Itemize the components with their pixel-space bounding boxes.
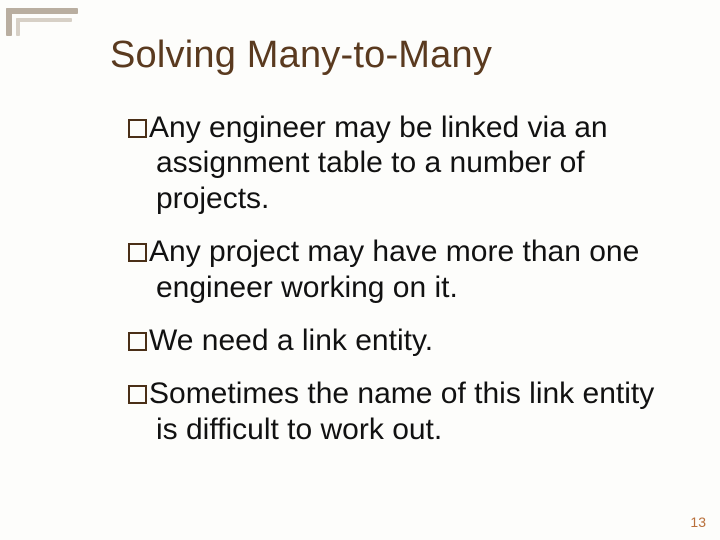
page-number: 13	[690, 514, 706, 530]
slide-body: Any engineer may be linked via an assign…	[128, 110, 670, 465]
checkbox-icon	[128, 243, 147, 262]
bullet-text: Sometimes the name of this link entity i…	[149, 377, 654, 445]
checkbox-icon	[128, 332, 147, 351]
bullet-item: We need a link entity.	[128, 323, 670, 358]
slide-title: Solving Many-to-Many	[110, 34, 492, 77]
bullet-text: Any engineer may be linked via an assign…	[149, 111, 608, 215]
slide: Solving Many-to-Many Any engineer may be…	[0, 0, 720, 540]
checkbox-icon	[128, 119, 147, 138]
bullet-item: Sometimes the name of this link entity i…	[128, 376, 670, 447]
bullet-item: Any engineer may be linked via an assign…	[128, 110, 670, 216]
bullet-item: Any project may have more than one engin…	[128, 234, 670, 305]
checkbox-icon	[128, 385, 147, 404]
corner-ornament	[0, 0, 90, 22]
bullet-text: Any project may have more than one engin…	[149, 235, 639, 303]
bullet-text: We need a link entity.	[149, 324, 433, 357]
